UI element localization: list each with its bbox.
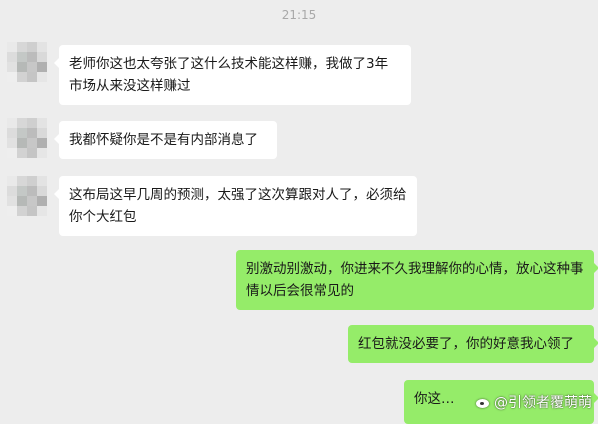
weibo-icon <box>475 396 491 409</box>
message-bubble-incoming[interactable]: 这布局这早几周的预测，太强了这次算跟对人了，必须给你个大红包 <box>54 176 417 236</box>
message-text: 红包就没必要了，你的好意我心领了 <box>358 336 574 352</box>
contact-avatar[interactable] <box>7 118 47 158</box>
message-bubble-outgoing[interactable]: 红包就没必要了，你的好意我心领了 <box>348 325 598 363</box>
contact-avatar[interactable] <box>7 176 47 216</box>
message-timestamp: 21:15 <box>281 8 317 22</box>
message-text: 我都怀疑你是不是有内部消息了 <box>69 132 258 148</box>
message-bubble-outgoing[interactable]: 别激动别激动，你进来不久我理解你的心情，放心这种事情以后会很常见的 <box>236 250 598 310</box>
message-text: 这布局这早几周的预测，太强了这次算跟对人了，必须给你个大红包 <box>69 187 407 225</box>
message-text: 别激动别激动，你进来不久我理解你的心情，放心这种事情以后会很常见的 <box>246 261 584 299</box>
watermark: @引领者覆萌萌 <box>475 392 592 412</box>
watermark-text: @引领者覆萌萌 <box>494 395 592 411</box>
contact-avatar[interactable] <box>7 42 47 82</box>
message-text: 老师你这也太夸张了这什么技术能这样赚，我做了3年市场从来没这样赚过 <box>69 56 389 94</box>
chat-window: 21:15 老师你这也太夸张了这什么技术能这样赚，我做了3年市场从来没这样赚过 <box>0 0 598 424</box>
message-bubble-incoming[interactable]: 老师你这也太夸张了这什么技术能这样赚，我做了3年市场从来没这样赚过 <box>54 45 411 105</box>
message-text: 你这… <box>414 391 455 407</box>
message-bubble-incoming[interactable]: 我都怀疑你是不是有内部消息了 <box>54 121 277 159</box>
